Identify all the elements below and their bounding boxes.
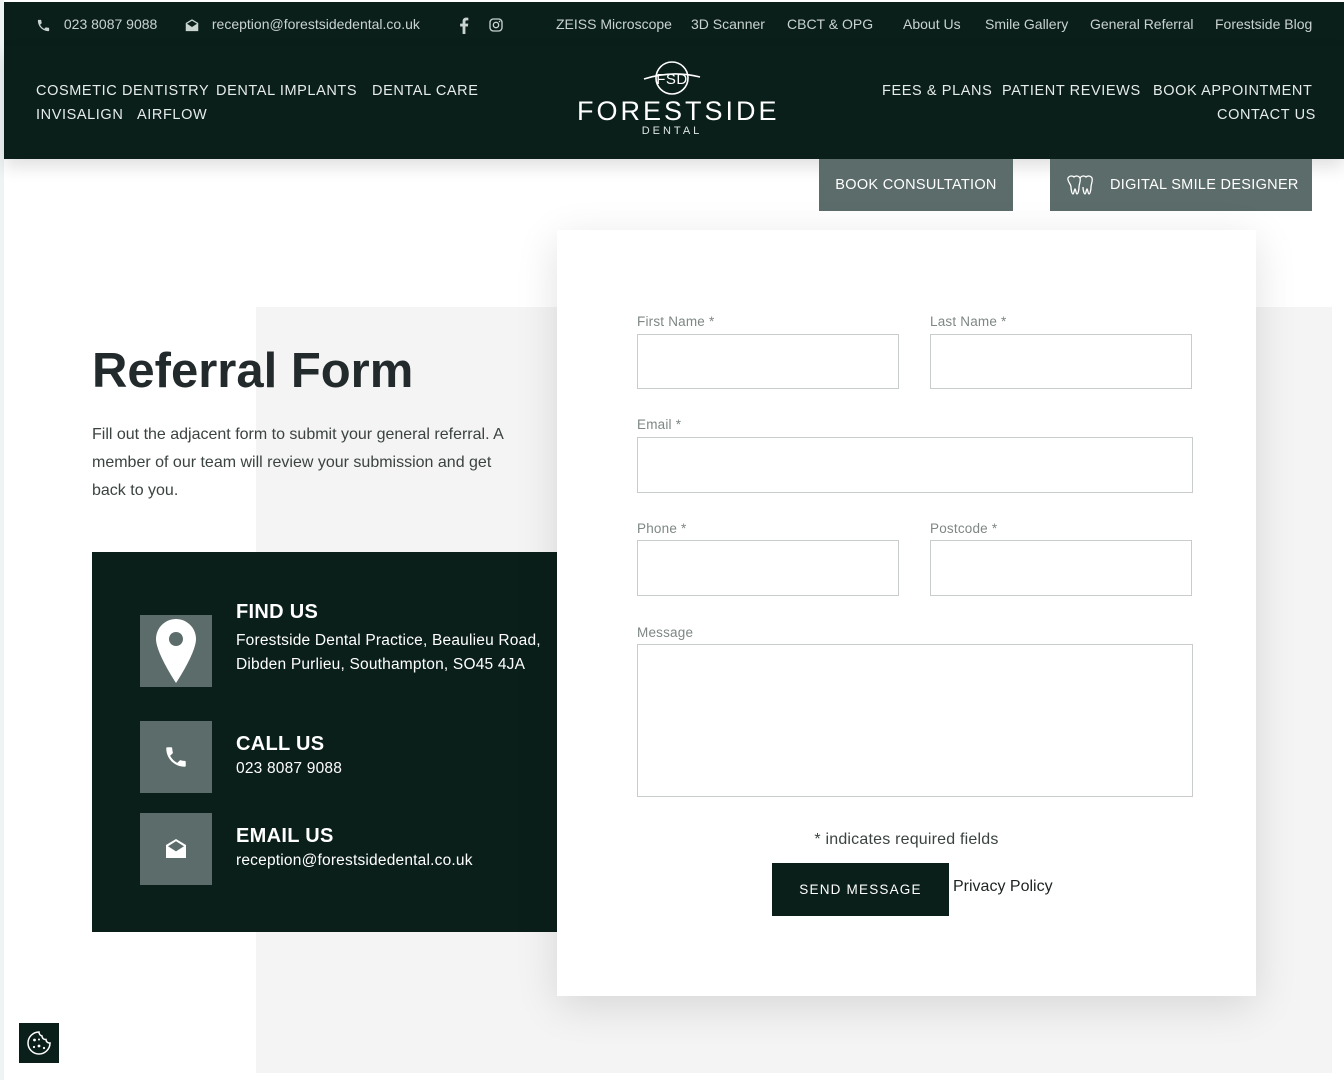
topbar-link-smile-gallery[interactable]: Smile Gallery	[985, 2, 1068, 46]
email-us-heading: EMAIL US	[236, 825, 334, 847]
topbar-email-text: reception@forestsidedental.co.uk	[211, 16, 420, 32]
topbar-link-zeiss[interactable]: ZEISS Microscope	[556, 2, 672, 46]
postcode-label: Postcode *	[930, 521, 998, 536]
logo-emblem: FSD	[643, 61, 701, 95]
nav-patient-reviews[interactable]: PATIENT REVIEWS	[1002, 83, 1141, 99]
nav-dental-implants[interactable]: DENTAL IMPLANTS	[216, 83, 357, 99]
digital-smile-designer-button[interactable]: DIGITAL SMILE DESIGNER	[1050, 159, 1312, 211]
nav-cosmetic-dentistry[interactable]: COSMETIC DENTISTRY	[36, 83, 209, 99]
digital-smile-designer-label: DIGITAL SMILE DESIGNER	[1110, 177, 1299, 193]
cookie-icon	[27, 1031, 51, 1055]
logo-monogram: FSD	[656, 71, 688, 88]
topbar-link-3d-scanner[interactable]: 3D Scanner	[691, 2, 765, 46]
nav-dental-care[interactable]: DENTAL CARE	[372, 83, 479, 99]
last-name-input[interactable]	[930, 334, 1192, 389]
find-us-address: Forestside Dental Practice, Beaulieu Roa…	[236, 632, 541, 673]
topbar-link-about-us[interactable]: About Us	[903, 2, 961, 46]
phone-label: Phone *	[637, 521, 687, 536]
book-consultation-button[interactable]: BOOK CONSULTATION	[819, 159, 1013, 211]
contact-info-card: FIND US Forestside Dental Practice, Beau…	[92, 552, 589, 932]
find-us-heading: FIND US	[236, 601, 319, 623]
logo-sub: DENTAL	[641, 125, 703, 137]
send-message-button[interactable]: SEND MESSAGE	[772, 863, 949, 916]
message-textarea[interactable]	[637, 644, 1193, 797]
top-utility-bar: 023 8087 9088 reception@forestsidedental…	[4, 2, 1344, 46]
privacy-policy-link[interactable]: Privacy Policy	[953, 878, 1053, 896]
email-input[interactable]	[637, 437, 1193, 493]
nav-fees-plans[interactable]: FEES & PLANS	[882, 83, 992, 99]
intro-text: Fill out the adjacent form to submit you…	[92, 426, 503, 499]
call-us-heading: CALL US	[236, 733, 325, 755]
topbar-link-general-referral[interactable]: General Referral	[1090, 2, 1194, 46]
message-label: Message	[637, 625, 694, 640]
topbar-link-cbct-opg[interactable]: CBCT & OPG	[787, 2, 873, 46]
envelope-icon	[166, 839, 186, 858]
first-name-label: First Name *	[637, 314, 715, 329]
cookie-settings-button[interactable]	[19, 1023, 59, 1063]
map-pin-icon	[156, 619, 196, 683]
required-fields-note: * indicates required fields	[814, 831, 999, 848]
phone-input[interactable]	[637, 540, 899, 596]
topbar-phone[interactable]: 023 8087 9088	[36, 2, 157, 46]
logo-name: FORESTSIDE	[577, 96, 780, 126]
topbar-link-forestside-blog[interactable]: Forestside Blog	[1215, 2, 1312, 46]
email-us-icon-box[interactable]	[140, 813, 212, 885]
nav-book-appointment[interactable]: BOOK APPOINTMENT	[1153, 83, 1312, 99]
site-logo[interactable]: FSD FORESTSIDE DENTAL	[577, 60, 780, 144]
nav-invisalign[interactable]: INVISALIGN	[36, 107, 123, 123]
topbar-phone-text: 023 8087 9088	[63, 16, 158, 32]
teeth-icon	[1067, 175, 1093, 195]
phone-icon	[37, 19, 50, 31]
referral-form-card: First Name * Last Name * Email * Phone *…	[557, 230, 1256, 996]
postcode-input[interactable]	[930, 540, 1192, 596]
call-us-number[interactable]: 023 8087 9088	[236, 757, 342, 781]
envelope-icon	[185, 19, 199, 31]
last-name-label: Last Name *	[930, 314, 1007, 329]
instagram-icon[interactable]	[488, 2, 504, 46]
find-us-icon-box	[140, 615, 212, 687]
nav-airflow[interactable]: AIRFLOW	[137, 107, 207, 123]
facebook-icon[interactable]	[459, 2, 469, 46]
email-us-address[interactable]: reception@forestsidedental.co.uk	[236, 849, 473, 873]
email-label: Email *	[637, 417, 682, 432]
topbar-email[interactable]: reception@forestsidedental.co.uk	[184, 2, 420, 46]
phone-icon	[166, 747, 186, 767]
page-title: Referral Form	[92, 344, 414, 398]
nav-contact-us[interactable]: CONTACT US	[1217, 107, 1316, 123]
call-us-icon-box[interactable]	[140, 721, 212, 793]
first-name-input[interactable]	[637, 334, 899, 389]
